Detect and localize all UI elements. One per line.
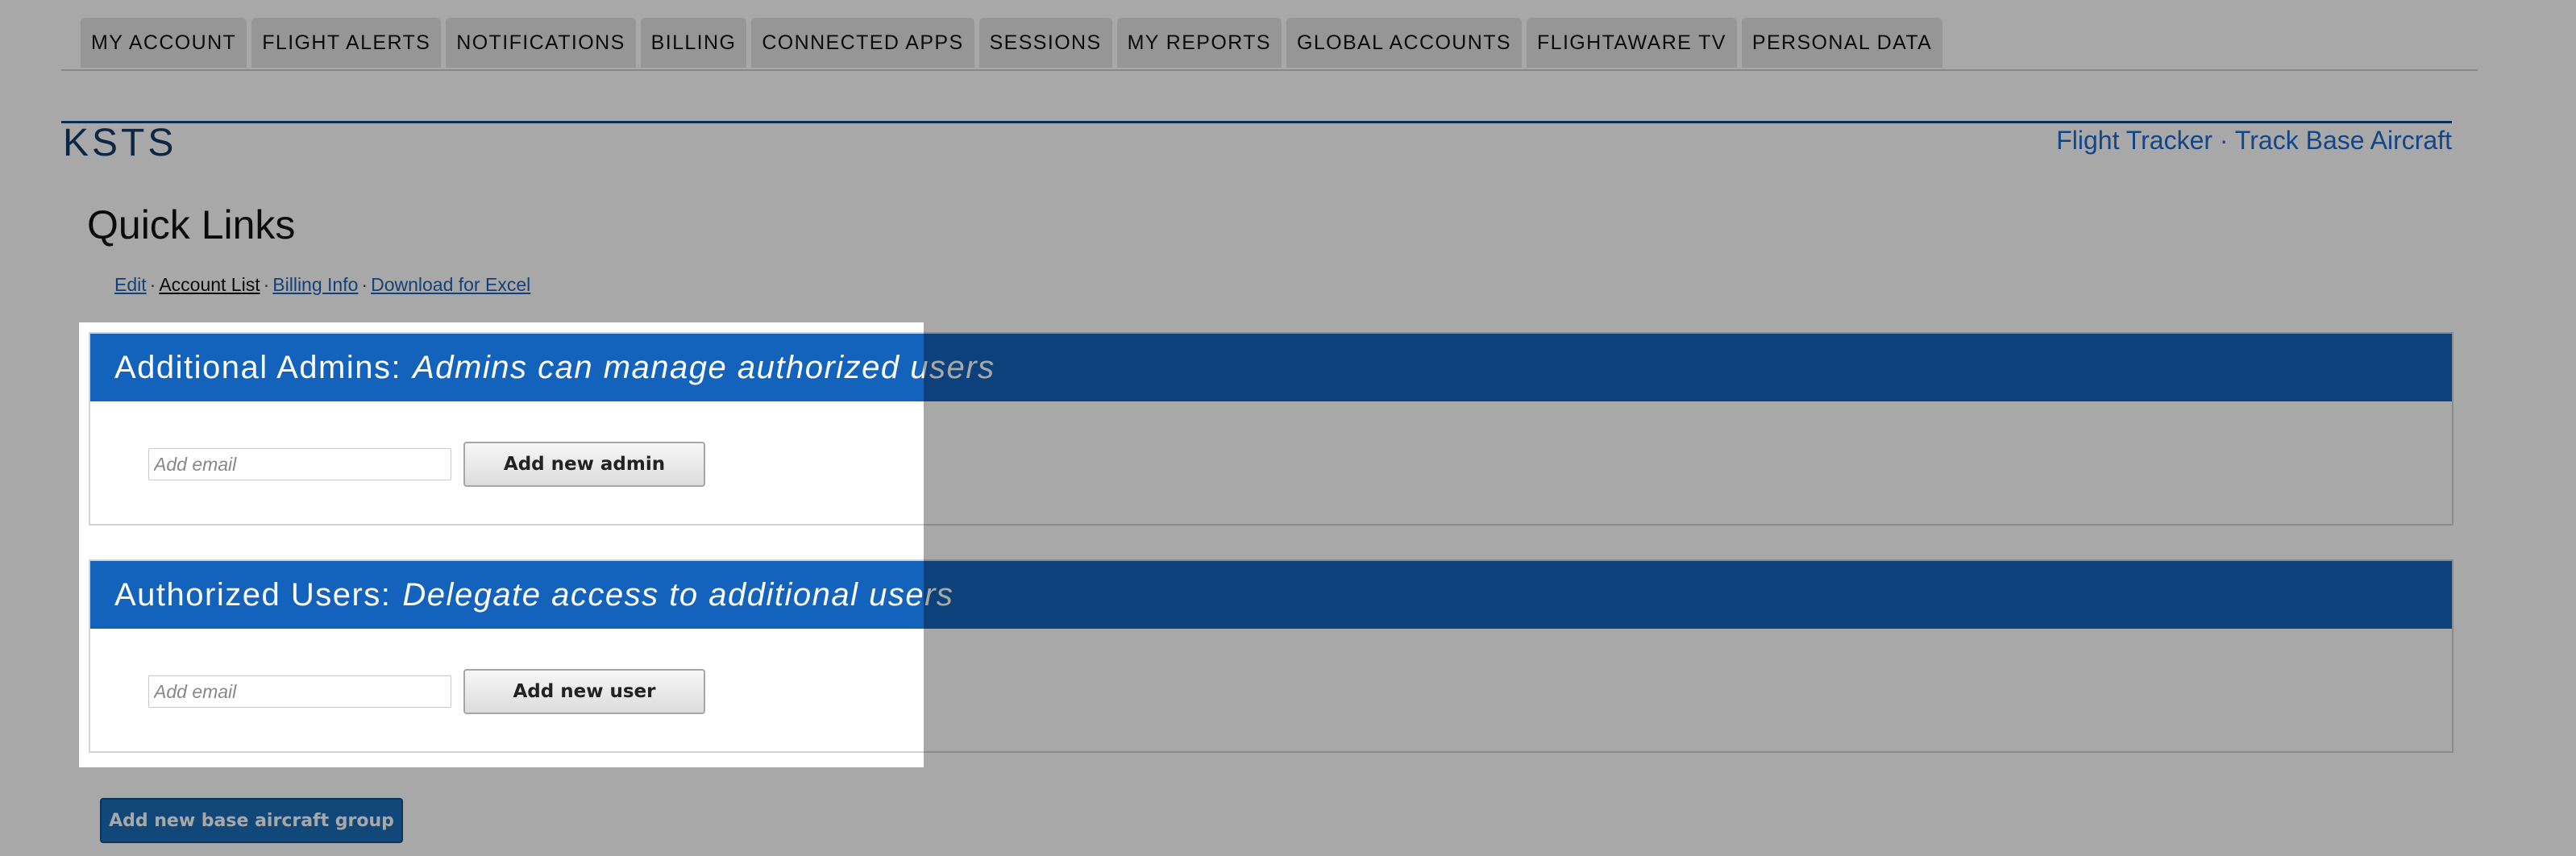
header-divider: [61, 121, 2452, 123]
admins-panel-title: Additional Admins:: [114, 349, 402, 385]
tab-my-reports[interactable]: MY REPORTS: [1116, 18, 1282, 68]
tab-billing[interactable]: BILLING: [640, 18, 747, 68]
account-tab-bar: MY ACCOUNT FLIGHT ALERTS NOTIFICATIONS B…: [61, 18, 2478, 71]
admin-email-input[interactable]: [148, 448, 451, 480]
quick-links: Edit · Account List · Billing Info · Download …: [114, 274, 530, 296]
authorized-users-panel: Authorized Users: Delegate access to add…: [89, 559, 2453, 753]
account-list-link[interactable]: Account List: [159, 274, 260, 295]
tab-connected-apps[interactable]: CONNECTED APPS: [751, 18, 974, 68]
track-base-aircraft-link[interactable]: Track Base Aircraft: [2235, 126, 2452, 155]
flight-tracker-link[interactable]: Flight Tracker: [2056, 126, 2212, 155]
header-links: Flight Tracker · Track Base Aircraft: [2056, 126, 2452, 156]
download-excel-link[interactable]: Download for Excel: [371, 274, 530, 295]
edit-link[interactable]: Edit: [114, 274, 147, 295]
tab-my-account[interactable]: MY ACCOUNT: [81, 18, 247, 68]
link-separator: ·: [2219, 126, 2229, 155]
users-panel-title: Authorized Users:: [114, 576, 392, 613]
add-new-admin-button[interactable]: Add new admin: [463, 442, 705, 487]
admins-panel-subtitle: Admins can manage authorized users: [413, 349, 995, 385]
tab-personal-data[interactable]: PERSONAL DATA: [1741, 18, 1943, 68]
tab-global-accounts[interactable]: GLOBAL ACCOUNTS: [1286, 18, 1522, 68]
users-panel-subtitle: Delegate access to additional users: [402, 576, 954, 613]
additional-admins-panel: Additional Admins: Admins can manage aut…: [89, 332, 2453, 526]
page-title: KSTS: [63, 122, 177, 164]
add-base-aircraft-group-button[interactable]: Add new base aircraft group: [100, 798, 403, 843]
tab-sessions[interactable]: SESSIONS: [978, 18, 1112, 68]
tab-notifications[interactable]: NOTIFICATIONS: [446, 18, 636, 68]
add-new-user-button[interactable]: Add new user: [463, 669, 705, 714]
admins-panel-header: Additional Admins: Admins can manage aut…: [90, 334, 2452, 401]
account-tabs: MY ACCOUNT FLIGHT ALERTS NOTIFICATIONS B…: [81, 18, 1943, 68]
tab-flightaware-tv[interactable]: FLIGHTAWARE TV: [1526, 18, 1737, 68]
users-panel-header: Authorized Users: Delegate access to add…: [90, 561, 2452, 629]
quick-links-heading: Quick Links: [87, 202, 296, 247]
quick-link-separator: ·: [361, 274, 368, 295]
tab-flight-alerts[interactable]: FLIGHT ALERTS: [251, 18, 442, 68]
billing-info-link[interactable]: Billing Info: [272, 274, 358, 295]
user-email-input[interactable]: [148, 675, 451, 708]
quick-link-separator: ·: [149, 274, 156, 295]
quick-link-separator: ·: [263, 274, 270, 295]
